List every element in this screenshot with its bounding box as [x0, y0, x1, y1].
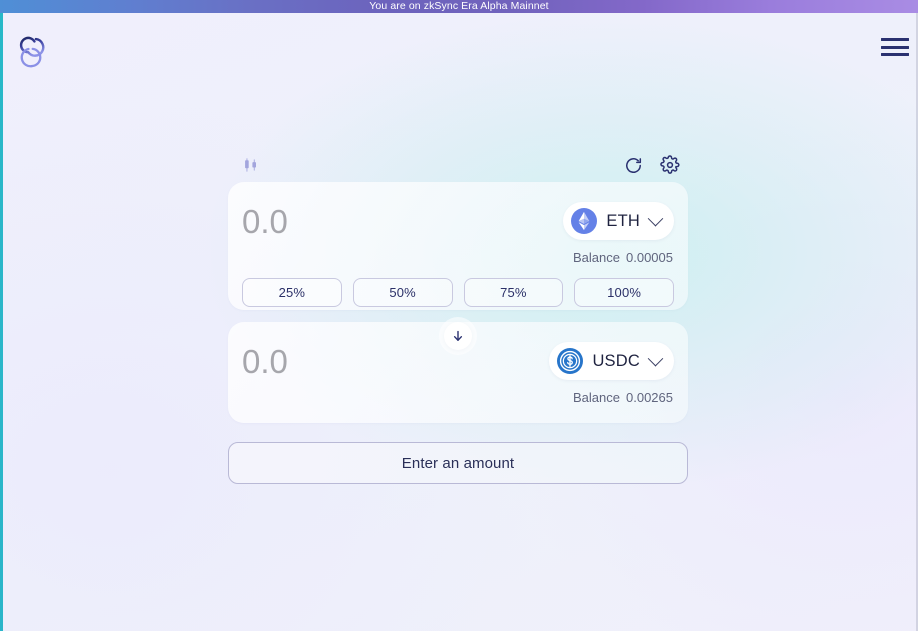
to-balance-value: 0.00265 [626, 390, 673, 405]
zksync-logo-icon [19, 36, 45, 68]
swap-widget: ETH Balance 0.00005 25% 50% 75% 100% [228, 148, 688, 484]
swap-direction-button[interactable] [444, 322, 472, 350]
ethereum-icon [571, 208, 598, 234]
percent-button-75[interactable]: 75% [463, 278, 564, 307]
hamburger-menu-button[interactable] [881, 34, 911, 60]
chevron-down-icon [647, 210, 664, 226]
percent-button-100[interactable]: 100% [574, 278, 674, 307]
from-token-symbol: ETH [606, 211, 640, 230]
from-token-selector[interactable]: ETH [563, 202, 674, 240]
from-amount-input[interactable] [242, 202, 542, 242]
refresh-button[interactable] [624, 156, 643, 175]
settings-button[interactable] [660, 155, 680, 175]
usdc-icon [557, 348, 584, 374]
from-balance-value: 0.00005 [626, 250, 673, 265]
app-background: You are on zkSync Era Alpha Mainnet 0.0 … [0, 0, 918, 631]
swap-toolbar [228, 148, 688, 182]
percent-button-row: 25% 50% 75% 100% [242, 278, 674, 307]
from-balance-label: Balance [573, 250, 620, 265]
to-amount-input[interactable] [242, 342, 542, 382]
from-token-card: ETH Balance 0.00005 25% 50% 75% 100% [228, 182, 688, 310]
menu-bar-2 [881, 45, 909, 49]
from-balance: Balance 0.00005 [242, 250, 674, 265]
network-banner: You are on zkSync Era Alpha Mainnet [0, 0, 918, 13]
percent-button-25[interactable]: 25% [242, 278, 342, 307]
left-edge-accent [0, 0, 3, 631]
site-header [0, 13, 918, 85]
gear-icon [660, 155, 680, 174]
to-token-symbol: USDC [592, 351, 640, 370]
refresh-icon [626, 157, 642, 173]
to-balance-label: Balance [573, 390, 620, 405]
zksync-logo[interactable] [18, 30, 52, 78]
chevron-down-icon [647, 350, 664, 366]
to-token-selector[interactable]: USDC [549, 342, 674, 380]
percent-button-50[interactable]: 50% [352, 278, 453, 307]
candlestick-chart-icon [245, 158, 256, 172]
toolbar-actions [624, 155, 680, 175]
swap-action-button[interactable]: Enter an amount [228, 442, 688, 484]
to-balance: Balance 0.00265 [242, 390, 674, 405]
menu-bar-1 [881, 38, 909, 41]
arrow-down-icon [453, 330, 463, 341]
menu-bar-3 [881, 53, 909, 56]
candlestick-chart-button[interactable] [242, 156, 260, 174]
from-card-row: ETH [242, 202, 674, 246]
